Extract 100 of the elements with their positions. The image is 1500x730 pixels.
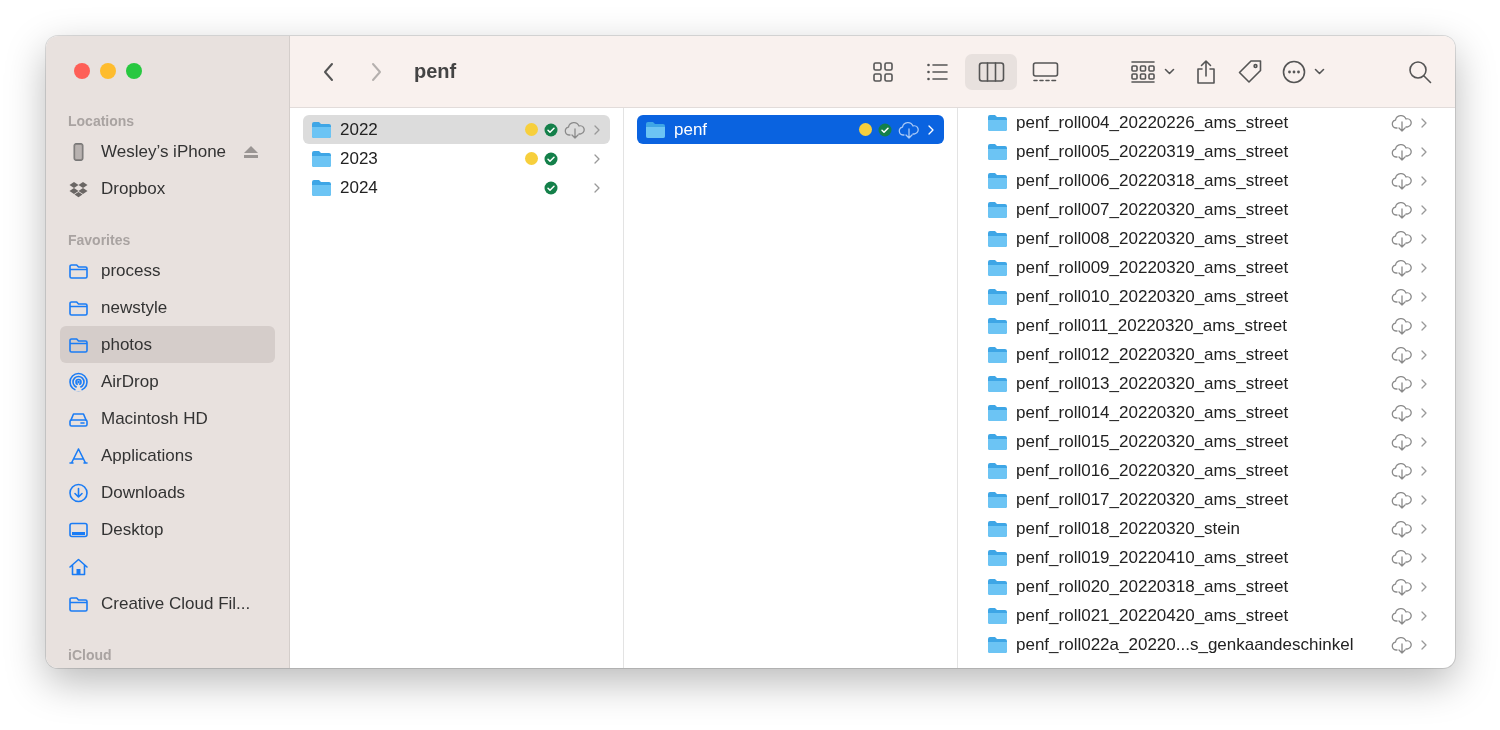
folder-name: penf_roll011_20220320_ams_street <box>1016 315 1287 336</box>
download-icon <box>68 482 89 503</box>
chevron-right-icon <box>1421 262 1427 273</box>
chevron-right-icon <box>1421 349 1427 360</box>
sidebar-item[interactable]: Creative Cloud Fil... <box>60 585 275 622</box>
folder-row[interactable]: penf_roll004_20220226_ams_street <box>979 108 1437 137</box>
folder-icon <box>987 258 1008 277</box>
folder-name: penf_roll004_20220226_ams_street <box>1016 112 1289 133</box>
folder-icon <box>987 374 1008 393</box>
folder-row[interactable]: penf_roll015_20220320_ams_street <box>979 427 1437 456</box>
chevron-right-icon <box>1421 436 1427 447</box>
folder-row[interactable]: penf_roll014_20220320_ams_street <box>979 398 1437 427</box>
chevron-right-icon <box>1421 610 1427 621</box>
folder-icon <box>987 229 1008 248</box>
folder-row[interactable]: penf_roll005_20220319_ams_street <box>979 137 1437 166</box>
chevron-right-icon <box>1421 407 1427 418</box>
folder-name: penf_roll013_20220320_ams_street <box>1016 373 1289 394</box>
folder-row[interactable]: penf_roll007_20220320_ams_street <box>979 195 1437 224</box>
chevron-right-icon <box>1421 523 1427 534</box>
folder-icon <box>987 461 1008 480</box>
folder-row[interactable]: penf_roll013_20220320_ams_street <box>979 369 1437 398</box>
chevron-right-icon <box>1421 378 1427 389</box>
chevron-right-icon <box>1421 146 1427 157</box>
sidebar-item[interactable]: Dropbox <box>60 170 275 207</box>
folder-row[interactable]: penf_roll008_20220320_ams_street <box>979 224 1437 253</box>
folder-icon <box>987 316 1008 335</box>
folder-icon <box>987 142 1008 161</box>
chevron-right-icon <box>1421 552 1427 563</box>
sidebar-item[interactable]: Downloads <box>60 474 275 511</box>
column-view-button[interactable] <box>965 53 1017 90</box>
folder-name: penf_roll005_20220319_ams_street <box>1016 141 1289 162</box>
app-store-icon <box>68 445 89 466</box>
chevron-right-icon <box>928 124 934 135</box>
caret-icon <box>1164 67 1175 76</box>
folder-icon <box>987 200 1008 219</box>
search-icon <box>1407 58 1433 85</box>
chevron-right-icon <box>1421 233 1427 244</box>
chevron-right-icon <box>1421 465 1427 476</box>
folder-name: penf_roll008_20220320_ams_street <box>1016 228 1289 249</box>
folder-name: penf_roll022a_20220...s_genkaandeschinkel <box>1016 634 1354 655</box>
chevron-right-icon <box>1421 117 1427 128</box>
folder-name: penf_roll010_20220320_ams_street <box>1016 286 1289 307</box>
sidebar-item[interactable]: newstyle <box>60 289 275 326</box>
sidebar-item[interactable]: Wesley’s iPhone <box>60 133 275 170</box>
folder-row[interactable]: penf_roll012_20220320_ams_street <box>979 340 1437 369</box>
folder-icon <box>311 178 332 197</box>
sidebar-item[interactable]: photos <box>60 326 275 363</box>
folder-row[interactable]: 2023 <box>303 144 610 173</box>
sidebar-item[interactable]: process <box>60 252 275 289</box>
folder-row[interactable]: penf <box>637 115 944 144</box>
caret-icon <box>1314 67 1325 76</box>
folder-row[interactable]: 2024 <box>303 173 610 202</box>
airdrop-icon <box>68 371 89 392</box>
sidebar-item[interactable]: Desktop <box>60 511 275 548</box>
folder-name: 2022 <box>340 119 378 140</box>
folder-name: penf_roll020_20220318_ams_street <box>1016 576 1289 597</box>
folder-row[interactable]: 2022 <box>303 115 610 144</box>
folder-row[interactable]: penf_roll017_20220320_ams_street <box>979 485 1437 514</box>
folder-row[interactable]: penf_roll006_20220318_ams_street <box>979 166 1437 195</box>
chevron-right-icon <box>1421 581 1427 592</box>
group-icon <box>1129 58 1157 85</box>
folder-row[interactable]: penf_roll021_20220420_ams_street <box>979 601 1437 630</box>
chevron-right-icon <box>1421 204 1427 215</box>
home-icon <box>68 556 89 577</box>
folder-name: 2023 <box>340 148 378 169</box>
folder-icon <box>311 149 332 168</box>
folder-row[interactable]: penf_roll022a_20220...s_genkaandeschinkel <box>979 630 1437 659</box>
folder-row[interactable]: penf_roll019_20220410_ams_street <box>979 543 1437 572</box>
folder-row[interactable]: penf_roll018_20220320_stein <box>979 514 1437 543</box>
sidebar-item[interactable]: Applications <box>60 437 275 474</box>
folder-name: penf_roll007_20220320_ams_street <box>1016 199 1289 220</box>
folder-icon <box>987 577 1008 596</box>
section-header: Locations <box>67 112 136 131</box>
chevron-right-icon <box>1421 320 1427 331</box>
folder-row[interactable]: penf_roll010_20220320_ams_street <box>979 282 1437 311</box>
folder-icon <box>987 519 1008 538</box>
folder-name: penf <box>674 119 708 140</box>
sidebar-item[interactable]: Macintosh HD <box>60 400 275 437</box>
sidebar-item[interactable]: AirDrop <box>60 363 275 400</box>
folder-name: penf_roll015_20220320_ams_street <box>1016 431 1289 452</box>
chevron-right-icon <box>594 124 600 135</box>
tag-icon <box>1237 58 1263 85</box>
chevron-right-icon <box>1421 639 1427 650</box>
window-title: penf <box>414 60 458 83</box>
folder-icon <box>987 432 1008 451</box>
chevron-right-icon <box>1421 494 1427 505</box>
more-icon <box>1281 58 1307 85</box>
chevron-right-icon <box>1421 291 1427 302</box>
folder-name: penf_roll019_20220410_ams_street <box>1016 547 1289 568</box>
chevron-right-icon <box>594 153 600 164</box>
folder-icon <box>987 287 1008 306</box>
folder-icon <box>645 120 666 139</box>
chevron-right-icon <box>1421 175 1427 186</box>
chevron-right-icon <box>594 182 600 193</box>
folder-row[interactable]: penf_roll011_20220320_ams_street <box>979 311 1437 340</box>
folder-row[interactable]: penf_roll020_20220318_ams_street <box>979 572 1437 601</box>
close-button[interactable] <box>74 63 90 79</box>
folder-row[interactable]: penf_roll009_20220320_ams_street <box>979 253 1437 282</box>
folder-icon <box>987 113 1008 132</box>
folder-row[interactable]: penf_roll016_20220320_ams_street <box>979 456 1437 485</box>
